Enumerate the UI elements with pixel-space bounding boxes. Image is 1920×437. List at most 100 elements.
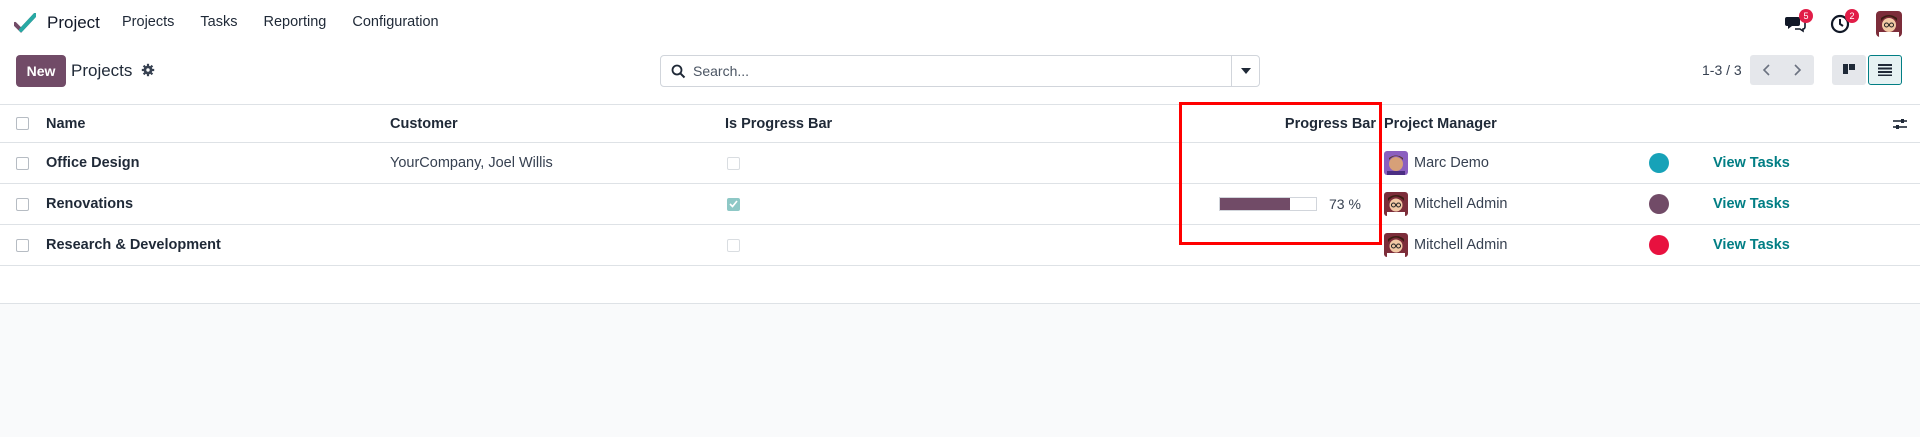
kanban-icon — [1843, 64, 1855, 74]
column-header-customer[interactable]: Customer — [390, 105, 458, 142]
table-row[interactable]: Research & Development Mitchell Admin Vi… — [0, 225, 1920, 266]
manager-name: Marc Demo — [1414, 155, 1489, 171]
is-progress-bar-checkbox[interactable] — [727, 197, 740, 211]
manager-avatar-icon — [1384, 192, 1408, 216]
customer-name: YourCompany, Joel Willis — [390, 155, 553, 171]
menu-reporting[interactable]: Reporting — [263, 14, 326, 30]
row-select-cell — [16, 184, 29, 224]
column-header-name[interactable]: Name — [46, 105, 86, 142]
row-select-cell — [16, 225, 29, 265]
column-header-label: Name — [46, 115, 86, 132]
messages-button[interactable]: 5 — [1784, 9, 1813, 34]
project-name: Office Design — [46, 155, 140, 171]
table-row[interactable]: Renovations 73 % Mitchell Admin View Tas… — [0, 184, 1920, 225]
is-progress-bar-cell[interactable] — [727, 225, 740, 265]
messages-badge: 5 — [1799, 9, 1813, 23]
column-header-label: Project Manager — [1384, 115, 1497, 132]
chevron-right-icon — [1794, 64, 1802, 76]
progress-bar-cell[interactable]: 73 % — [1219, 184, 1361, 224]
progress-bar-fill — [1220, 198, 1291, 210]
customer-cell[interactable]: YourCompany, Joel Willis — [390, 143, 553, 183]
manager-avatar — [1384, 192, 1408, 216]
view-tasks-button[interactable]: View Tasks — [1713, 155, 1790, 171]
project-app-logo-icon[interactable] — [14, 13, 36, 33]
menu-configuration[interactable]: Configuration — [352, 14, 438, 30]
color-cell — [1649, 184, 1669, 224]
project-manager-cell[interactable]: Mitchell Admin — [1384, 225, 1507, 265]
project-name: Research & Development — [46, 237, 221, 253]
manager-name: Mitchell Admin — [1414, 196, 1508, 212]
column-header-label: Customer — [390, 115, 458, 132]
column-header-progress-bar[interactable]: Progress Bar — [1180, 105, 1376, 142]
user-avatar[interactable] — [1876, 11, 1902, 37]
pager-next-button[interactable] — [1782, 55, 1814, 85]
progress-bar[interactable] — [1219, 197, 1317, 211]
search-options-toggle[interactable] — [1231, 56, 1260, 86]
search-bar — [660, 55, 1260, 87]
view-tasks-button[interactable]: View Tasks — [1713, 196, 1790, 212]
column-header-label: Progress Bar — [1284, 115, 1376, 132]
color-cell — [1649, 143, 1669, 183]
optional-columns-toggle[interactable] — [1893, 105, 1907, 142]
color-cell — [1649, 225, 1669, 265]
project-color-dot[interactable] — [1649, 235, 1669, 255]
checkmark-icon — [729, 200, 738, 208]
activities-badge: 2 — [1845, 9, 1859, 23]
select-all-cell — [16, 105, 29, 142]
action-cell: View Tasks — [1713, 184, 1790, 224]
is-progress-bar-checkbox[interactable] — [727, 156, 740, 170]
column-header-is-progress-bar[interactable]: Is Progress Bar — [725, 105, 832, 142]
progress-bar-cell — [1180, 225, 1376, 265]
list-view-button[interactable] — [1868, 55, 1902, 85]
list-icon — [1878, 64, 1892, 76]
search-input[interactable] — [693, 60, 1233, 82]
manager-avatar-icon — [1384, 233, 1408, 257]
action-cell: View Tasks — [1713, 143, 1790, 183]
sliders-icon — [1893, 118, 1907, 129]
gear-icon[interactable] — [141, 63, 155, 77]
name-cell[interactable]: Research & Development — [46, 225, 221, 265]
manager-avatar — [1384, 151, 1408, 175]
menu-projects[interactable]: Projects — [122, 14, 174, 30]
list-empty-row — [0, 266, 1920, 304]
view-tasks-button[interactable]: View Tasks — [1713, 237, 1790, 253]
control-panel: New Projects 1-3 / 3 — [0, 46, 1920, 104]
kanban-view-button[interactable] — [1832, 55, 1866, 85]
is-progress-bar-cell[interactable] — [727, 143, 740, 183]
progress-value: 73 % — [1329, 196, 1361, 212]
row-checkbox[interactable] — [16, 197, 29, 211]
progress-bar-cell — [1180, 143, 1376, 183]
activities-button[interactable]: 2 — [1830, 9, 1859, 34]
manager-name: Mitchell Admin — [1414, 237, 1508, 253]
manager-avatar-icon — [1384, 151, 1408, 175]
manager-avatar — [1384, 233, 1408, 257]
pager-value[interactable]: 1-3 / 3 — [1702, 62, 1742, 78]
list-header: Name Customer Is Progress Bar Progress B… — [0, 104, 1920, 143]
main-menu: Projects Tasks Reporting Configuration — [122, 14, 465, 30]
is-progress-bar-cell[interactable] — [727, 184, 740, 224]
pager-previous-button[interactable] — [1750, 55, 1782, 85]
top-navbar: Project Projects Tasks Reporting Configu… — [0, 0, 1920, 46]
project-manager-cell[interactable]: Marc Demo — [1384, 143, 1489, 183]
row-checkbox[interactable] — [16, 156, 29, 170]
row-checkbox[interactable] — [16, 238, 29, 252]
project-color-dot[interactable] — [1649, 153, 1669, 173]
project-manager-cell[interactable]: Mitchell Admin — [1384, 184, 1507, 224]
is-progress-bar-checkbox[interactable] — [727, 238, 740, 252]
column-header-project-manager[interactable]: Project Manager — [1384, 105, 1497, 142]
select-all-checkbox[interactable] — [16, 117, 29, 130]
column-header-label: Is Progress Bar — [725, 115, 833, 132]
page-title: Projects — [71, 61, 133, 80]
row-select-cell — [16, 143, 29, 183]
name-cell[interactable]: Office Design — [46, 143, 139, 183]
action-cell: View Tasks — [1713, 225, 1790, 265]
table-row[interactable]: Office Design YourCompany, Joel Willis M… — [0, 143, 1920, 184]
user-avatar-icon — [1876, 11, 1902, 37]
project-name: Renovations — [46, 196, 134, 212]
project-color-dot[interactable] — [1649, 194, 1669, 214]
new-button[interactable]: New — [16, 55, 66, 87]
app-name[interactable]: Project — [47, 13, 100, 33]
name-cell[interactable]: Renovations — [46, 184, 133, 224]
chevron-left-icon — [1762, 64, 1770, 76]
menu-tasks[interactable]: Tasks — [200, 14, 237, 30]
